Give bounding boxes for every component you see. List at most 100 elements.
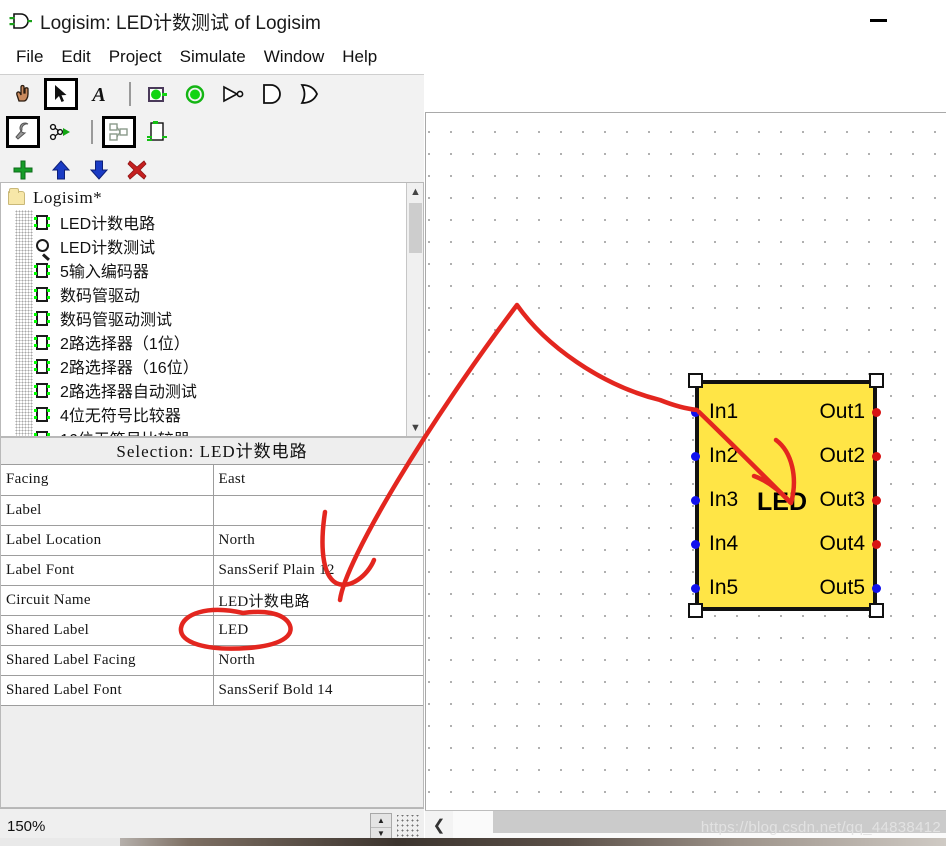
table-row[interactable]: Shared Label LED bbox=[1, 615, 423, 646]
property-value[interactable]: East bbox=[213, 465, 423, 496]
grid-toggle-icon[interactable] bbox=[397, 815, 421, 839]
property-value[interactable] bbox=[213, 495, 423, 526]
poke-tool-button[interactable] bbox=[6, 78, 40, 110]
tree-item-mux-auto-test[interactable]: 2路选择器自动测试 bbox=[1, 378, 406, 402]
arrow-cursor-icon bbox=[55, 85, 67, 102]
select-tool-button[interactable] bbox=[44, 78, 78, 110]
logisim-window: Logisim: LED计数测试 of Logisim File Edit Pr… bbox=[0, 0, 946, 846]
menu-edit[interactable]: Edit bbox=[52, 46, 99, 68]
circuit-icon bbox=[33, 310, 51, 327]
port-label-out4: Out4 bbox=[819, 532, 865, 555]
tree-item-5-input-encoder[interactable]: 5输入编码器 bbox=[1, 258, 406, 282]
tree-stem bbox=[15, 282, 33, 306]
table-row[interactable]: Shared Label Font SansSerif Bold 14 bbox=[1, 675, 423, 706]
table-row[interactable]: Label Location North bbox=[1, 525, 423, 556]
edit-tool-button[interactable] bbox=[6, 116, 40, 148]
property-value[interactable]: North bbox=[213, 525, 423, 556]
tree-item-seg-driver-test[interactable]: 数码管驱动测试 bbox=[1, 306, 406, 330]
tree-item-cmp-16bit[interactable]: 16位无符号比较器 bbox=[1, 426, 406, 436]
properties-title: Selection: LED计数电路 bbox=[1, 438, 423, 465]
property-value[interactable]: SansSerif Bold 14 bbox=[213, 675, 423, 706]
pin-out1[interactable] bbox=[872, 408, 881, 417]
tree-item-mux-1bit[interactable]: 2路选择器（1位） bbox=[1, 330, 406, 354]
toolbar-panel: A bbox=[0, 74, 424, 182]
pin-in2[interactable] bbox=[691, 452, 700, 461]
pin-in1[interactable] bbox=[691, 408, 700, 417]
tree-root-logisim[interactable]: Logisim* bbox=[1, 186, 406, 210]
property-value[interactable]: LED计数电路 bbox=[213, 585, 423, 616]
toolbar-separator-1 bbox=[129, 82, 131, 106]
zoom-level-value[interactable]: 150% bbox=[0, 818, 45, 835]
property-value[interactable]: North bbox=[213, 645, 423, 676]
selection-handle-bottom-right[interactable] bbox=[869, 603, 884, 618]
circuit-canvas[interactable]: In1 In2 In3 In4 In5 Out1 Out2 Out3 Out4 … bbox=[425, 112, 946, 810]
tree-item-led-counter-circuit[interactable]: LED计数电路 bbox=[1, 210, 406, 234]
pin-out5[interactable] bbox=[872, 584, 881, 593]
zoom-up-icon[interactable]: ▲ bbox=[371, 814, 391, 828]
menu-help[interactable]: Help bbox=[333, 46, 386, 68]
pin-out4[interactable] bbox=[872, 540, 881, 549]
x-icon bbox=[127, 160, 147, 180]
text-a-icon: A bbox=[90, 84, 105, 106]
magnifier-circuit-icon bbox=[33, 238, 51, 261]
tree-item-label: 4位无符号比较器 bbox=[60, 408, 181, 425]
scrollbar-thumb[interactable] bbox=[409, 203, 422, 253]
window-title: Logisim: LED计数测试 of Logisim bbox=[40, 12, 321, 34]
circuit-tree-panel: Logisim* LED计数电路 LED计数测试 5输入编码器 数码管驱动 数码… bbox=[0, 182, 424, 437]
and-gate-tool-button[interactable] bbox=[254, 78, 288, 110]
table-row[interactable]: Circuit Name LED计数电路 bbox=[1, 585, 423, 616]
port-label-in1: In1 bbox=[709, 400, 739, 423]
property-key: Label bbox=[1, 495, 214, 526]
property-value[interactable]: LED bbox=[213, 615, 423, 646]
menu-window[interactable]: Window bbox=[255, 46, 333, 68]
tree-item-mux-16bit[interactable]: 2路选择器（16位） bbox=[1, 354, 406, 378]
tree-item-led-counter-test[interactable]: LED计数测试 bbox=[1, 234, 406, 261]
tree-vertical-scrollbar[interactable]: ▲ ▼ bbox=[406, 183, 423, 436]
pin-in3[interactable] bbox=[691, 496, 700, 505]
table-row[interactable]: Label Font SansSerif Plain 12 bbox=[1, 555, 423, 586]
title-bar: Logisim: LED计数测试 of Logisim bbox=[0, 0, 946, 42]
or-gate-tool-button[interactable] bbox=[292, 78, 326, 110]
property-key: Shared Label Font bbox=[1, 675, 214, 706]
pin-in5[interactable] bbox=[691, 584, 700, 593]
hand-icon bbox=[16, 84, 29, 102]
port-label-out5: Out5 bbox=[819, 576, 865, 599]
table-row[interactable]: Label bbox=[1, 495, 423, 526]
pin-out2[interactable] bbox=[872, 452, 881, 461]
property-value[interactable]: SansSerif Plain 12 bbox=[213, 555, 423, 586]
table-row[interactable]: Shared Label Facing North bbox=[1, 645, 423, 676]
tree-stem bbox=[15, 402, 33, 426]
circuit-icon bbox=[33, 334, 51, 351]
tree-item-seg-driver[interactable]: 数码管驱动 bbox=[1, 282, 406, 306]
tree-item-cmp-4bit[interactable]: 4位无符号比较器 bbox=[1, 402, 406, 426]
input-pin-tool-button[interactable] bbox=[140, 78, 174, 110]
pin-in4[interactable] bbox=[691, 540, 700, 549]
new-circuit-tool-button[interactable] bbox=[140, 116, 174, 148]
table-row[interactable]: Facing East bbox=[1, 465, 423, 496]
selection-handle-bottom-left[interactable] bbox=[688, 603, 703, 618]
minimize-button[interactable] bbox=[856, 4, 900, 36]
zoom-stepper[interactable]: ▲ ▼ bbox=[370, 813, 392, 841]
plus-icon bbox=[13, 160, 33, 180]
scroll-up-icon[interactable]: ▲ bbox=[407, 183, 423, 200]
port-label-in2: In2 bbox=[709, 444, 739, 467]
not-gate-tool-button[interactable] bbox=[216, 78, 250, 110]
properties-panel: Selection: LED计数电路 Facing East Label Lab… bbox=[0, 437, 424, 808]
text-tool-button[interactable]: A bbox=[82, 78, 116, 110]
subcircuit-tool-button[interactable] bbox=[102, 116, 136, 148]
output-pin-tool-button[interactable] bbox=[178, 78, 212, 110]
scroll-left-icon[interactable]: ❮ bbox=[425, 811, 453, 839]
wiring-tool-button[interactable] bbox=[44, 116, 78, 148]
tree-stem bbox=[15, 426, 33, 436]
pin-out3[interactable] bbox=[872, 496, 881, 505]
selection-handle-top-right[interactable] bbox=[869, 373, 884, 388]
led-subcircuit-block[interactable]: In1 In2 In3 In4 In5 Out1 Out2 Out3 Out4 … bbox=[688, 373, 884, 618]
scroll-down-icon[interactable]: ▼ bbox=[407, 419, 423, 436]
menu-simulate[interactable]: Simulate bbox=[171, 46, 255, 68]
toolbar-separator-2 bbox=[91, 120, 93, 144]
menu-file[interactable]: File bbox=[7, 46, 52, 68]
circuit-tree[interactable]: Logisim* LED计数电路 LED计数测试 5输入编码器 数码管驱动 数码… bbox=[1, 183, 406, 436]
tree-item-label: 数码管驱动测试 bbox=[60, 312, 173, 329]
selection-handle-top-left[interactable] bbox=[688, 373, 703, 388]
menu-project[interactable]: Project bbox=[100, 46, 171, 68]
